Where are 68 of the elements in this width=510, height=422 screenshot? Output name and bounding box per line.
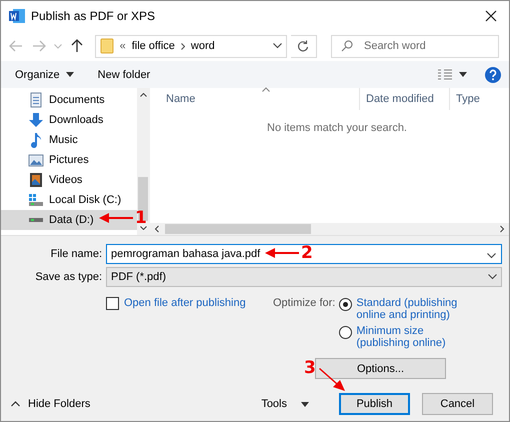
caret-icon bbox=[301, 402, 309, 406]
dialog-button[interactable]: Cancel bbox=[422, 393, 493, 415]
overflow-marker[interactable]: « bbox=[120, 40, 126, 52]
pictures-icon bbox=[28, 152, 44, 168]
downloads-icon bbox=[28, 112, 44, 128]
sidebar-item[interactable]: Data (D:) bbox=[1, 210, 137, 230]
sidebar-item[interactable]: Downloads bbox=[1, 110, 137, 130]
help-button[interactable] bbox=[485, 66, 501, 82]
hide-folders-button[interactable]: Hide Folders bbox=[11, 398, 90, 410]
chevron-icon bbox=[487, 253, 496, 259]
sidebar-item[interactable]: Pictures bbox=[1, 150, 137, 170]
address-bar[interactable]: « file office word bbox=[94, 34, 287, 58]
optimize-radio[interactable]: Minimum size (publishing online) bbox=[339, 325, 464, 349]
chevron-up-icon bbox=[11, 401, 20, 407]
scroll-down-icon[interactable] bbox=[140, 226, 146, 230]
sidebar-item[interactable]: Videos bbox=[1, 170, 137, 190]
search-icon bbox=[340, 40, 353, 52]
sort-caret-icon bbox=[262, 87, 270, 92]
step-number: 1 bbox=[135, 208, 147, 228]
system-drive-icon bbox=[28, 192, 44, 208]
sidebar-item[interactable]: Music bbox=[1, 130, 137, 150]
field-label: File name: bbox=[50, 248, 103, 260]
dialog-button[interactable]: Publish bbox=[339, 393, 410, 415]
scroll-left-icon[interactable] bbox=[153, 225, 161, 233]
annotation-arrow bbox=[99, 213, 133, 223]
chevron-icon bbox=[54, 44, 62, 48]
options-button[interactable]: Options... bbox=[315, 358, 446, 379]
organize-button[interactable]: Organize bbox=[15, 68, 74, 80]
path-segment[interactable]: file office bbox=[132, 40, 175, 52]
open-after-checkbox[interactable]: Open file after publishing bbox=[106, 297, 273, 349]
view-button[interactable] bbox=[437, 68, 467, 80]
sidebar-item[interactable]: Documents bbox=[1, 90, 137, 110]
optimize-label: Optimize for: bbox=[273, 297, 336, 311]
chevron-icon bbox=[272, 43, 282, 49]
step-number: 3 bbox=[304, 358, 316, 378]
window-title: Publish as PDF or XPS bbox=[31, 9, 156, 23]
chevron-right-icon bbox=[180, 42, 185, 50]
caret-icon bbox=[66, 72, 74, 77]
annotation-arrow bbox=[318, 368, 346, 392]
music-icon bbox=[28, 132, 44, 148]
tools-button[interactable]: Tools bbox=[261, 398, 309, 410]
videos-icon bbox=[28, 172, 44, 188]
scrollbar[interactable] bbox=[150, 223, 509, 235]
empty-message: No items match your search. bbox=[267, 122, 408, 134]
column-header[interactable]: Type bbox=[450, 88, 486, 110]
scrollbar[interactable] bbox=[137, 88, 149, 235]
annotation-arrow bbox=[265, 248, 299, 258]
drive-icon bbox=[28, 217, 44, 223]
optimize-radio[interactable]: Standard (publishing online and printing) bbox=[339, 297, 464, 321]
scroll-right-icon[interactable] bbox=[498, 225, 506, 233]
folder-icon bbox=[100, 38, 114, 54]
caret-icon bbox=[459, 72, 467, 77]
chevron-icon bbox=[488, 274, 497, 280]
search-field[interactable]: Search word bbox=[330, 34, 499, 58]
refresh-icon bbox=[297, 40, 310, 52]
word-icon bbox=[9, 8, 25, 24]
sidebar-item[interactable]: Local Disk (C:) bbox=[1, 190, 137, 210]
field-label: Save as type: bbox=[34, 271, 103, 283]
column-header[interactable]: Date modified bbox=[360, 88, 450, 110]
documents-icon bbox=[28, 92, 44, 108]
column-header[interactable]: Name bbox=[150, 88, 360, 110]
step-number: 2 bbox=[301, 243, 313, 263]
scroll-up-icon[interactable] bbox=[140, 93, 146, 97]
new-folder-button[interactable]: New folder bbox=[98, 68, 150, 80]
refresh-button[interactable] bbox=[290, 34, 317, 58]
path-segment[interactable]: word bbox=[190, 40, 215, 52]
file-type-dropdown[interactable]: PDF (*.pdf) bbox=[106, 267, 502, 287]
close-icon bbox=[485, 10, 497, 22]
